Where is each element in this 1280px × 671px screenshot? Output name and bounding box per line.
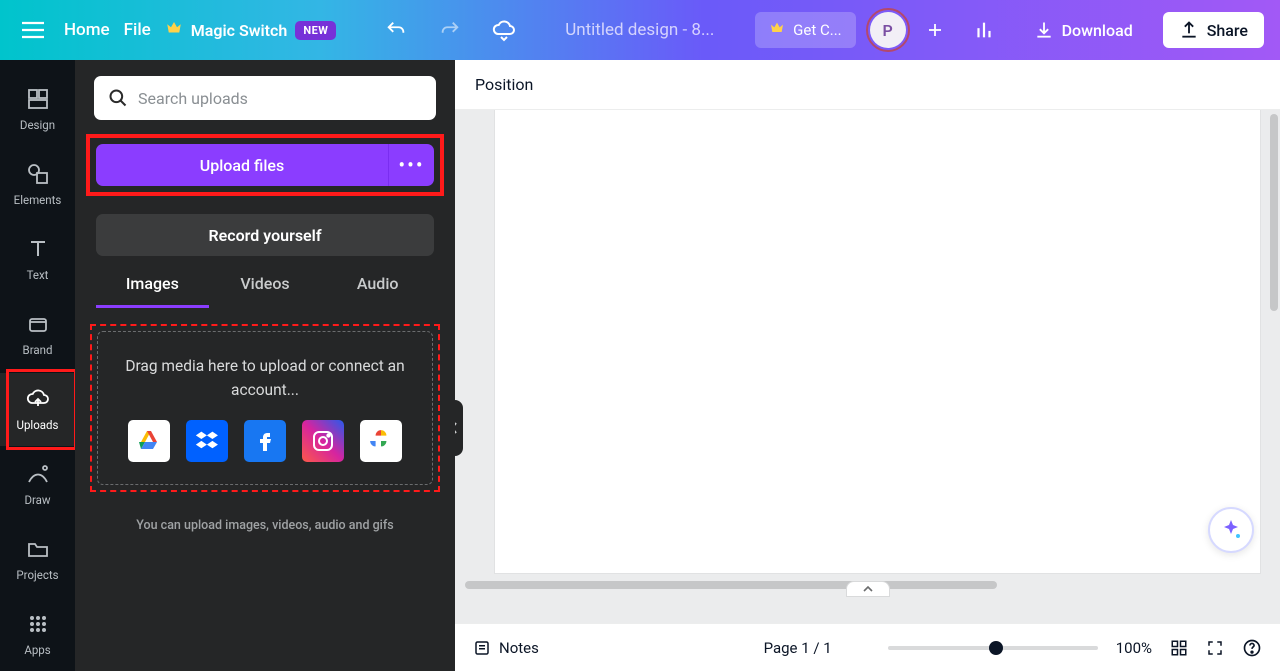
connect-account-grid [118, 420, 412, 462]
rail-label: Apps [24, 643, 50, 657]
draw-icon [25, 461, 51, 487]
search-input[interactable] [138, 89, 422, 108]
rail-text[interactable]: Text [0, 222, 75, 295]
design-canvas[interactable] [495, 110, 1260, 573]
text-icon [25, 236, 51, 262]
undo-button[interactable] [376, 10, 416, 50]
main-area: Design Elements Text Brand Uploads [0, 60, 1280, 671]
redo-button[interactable] [430, 10, 470, 50]
notes-button[interactable]: Notes [473, 639, 539, 657]
get-canva-label: Get C... [793, 21, 841, 39]
search-uploads[interactable] [94, 76, 436, 120]
stage-wrap [455, 110, 1280, 623]
rail-label: Design [20, 118, 55, 132]
rail-brand[interactable]: Brand [0, 297, 75, 370]
rail-projects[interactable]: Projects [0, 523, 75, 596]
user-avatar[interactable]: P [870, 12, 906, 48]
upload-dropzone[interactable]: Drag media here to upload or connect an … [97, 331, 433, 485]
new-badge: NEW [295, 21, 336, 40]
elements-icon [25, 161, 51, 187]
add-member-button[interactable] [920, 15, 950, 45]
uploads-tabs: Images Videos Audio [96, 274, 434, 308]
dropzone-highlight: Drag media here to upload or connect an … [90, 324, 440, 492]
file-menu[interactable]: File [124, 20, 151, 40]
position-button[interactable]: Position [475, 75, 533, 94]
rail-uploads[interactable]: Uploads [0, 373, 75, 446]
rail-label: Uploads [17, 418, 59, 432]
crown-icon [165, 19, 183, 41]
get-canva-pro-button[interactable]: Get C... [755, 12, 855, 48]
rail-label: Text [27, 268, 49, 282]
download-button[interactable]: Download [1018, 12, 1149, 48]
rail-label: Elements [14, 193, 62, 207]
share-button[interactable]: Share [1163, 12, 1264, 48]
rail-design[interactable]: Design [0, 72, 75, 145]
upload-highlight: Upload files ••• [86, 134, 444, 196]
upload-hint-text: You can upload images, videos, audio and… [84, 518, 446, 533]
grid-view-button[interactable] [1170, 639, 1188, 657]
help-button[interactable] [1242, 638, 1262, 658]
tab-videos[interactable]: Videos [209, 274, 322, 308]
page-expand-handle[interactable] [846, 581, 890, 597]
download-label: Download [1062, 21, 1133, 40]
dropzone-text: Drag media here to upload or connect an … [118, 354, 412, 402]
zoom-slider-thumb[interactable] [989, 641, 1003, 655]
top-bar: Home File Magic Switch NEW Untitled desi… [0, 0, 1280, 60]
position-toolbar: Position [455, 60, 1280, 110]
projects-icon [25, 536, 51, 562]
design-icon [25, 86, 51, 112]
canvas-horizontal-scrollbar[interactable] [465, 581, 1130, 591]
menu-button[interactable] [16, 13, 50, 47]
collapse-panel-handle[interactable] [455, 400, 463, 456]
brand-icon [25, 311, 51, 337]
page-indicator[interactable]: Page 1 / 1 [764, 639, 832, 657]
apps-icon [25, 611, 51, 637]
rail-label: Projects [16, 568, 58, 582]
notes-label: Notes [499, 639, 539, 657]
facebook-button[interactable] [244, 420, 286, 462]
magic-switch-label: Magic Switch [191, 21, 288, 40]
upload-more-button[interactable]: ••• [388, 144, 434, 186]
instagram-button[interactable] [302, 420, 344, 462]
share-label: Share [1207, 21, 1248, 40]
tab-audio[interactable]: Audio [321, 274, 434, 308]
magic-switch-button[interactable]: Magic Switch NEW [165, 19, 337, 41]
assistant-fab[interactable] [1208, 507, 1254, 553]
uploads-icon [25, 386, 51, 412]
rail-apps[interactable]: Apps [0, 598, 75, 671]
zoom-value[interactable]: 100% [1116, 639, 1152, 657]
design-title-input[interactable]: Untitled design - 8... [538, 20, 741, 40]
upload-files-button[interactable]: Upload files [96, 144, 388, 186]
crown-icon [769, 20, 785, 40]
avatar-ring [866, 8, 910, 52]
cloud-sync-icon[interactable] [484, 10, 524, 50]
tab-images[interactable]: Images [96, 274, 209, 308]
canvas-footer: Notes Page 1 / 1 100% [455, 623, 1280, 671]
rail-label: Draw [24, 493, 50, 507]
canvas-area: Position Notes Page 1 / 1 [455, 60, 1280, 671]
record-yourself-button[interactable]: Record yourself [96, 214, 434, 256]
search-icon [108, 88, 128, 108]
rail-label: Brand [23, 343, 53, 357]
rail-draw[interactable]: Draw [0, 448, 75, 521]
rail-elements[interactable]: Elements [0, 147, 75, 220]
dropbox-button[interactable] [186, 420, 228, 462]
uploads-panel: Upload files ••• Record yourself Images … [75, 60, 455, 671]
left-rail: Design Elements Text Brand Uploads [0, 60, 75, 671]
google-drive-button[interactable] [128, 420, 170, 462]
canvas-vertical-scrollbar[interactable] [1270, 114, 1278, 606]
google-photos-button[interactable] [360, 420, 402, 462]
zoom-slider[interactable] [888, 646, 1098, 650]
home-link[interactable]: Home [64, 20, 110, 40]
fullscreen-button[interactable] [1206, 639, 1224, 657]
analytics-button[interactable] [964, 10, 1004, 50]
